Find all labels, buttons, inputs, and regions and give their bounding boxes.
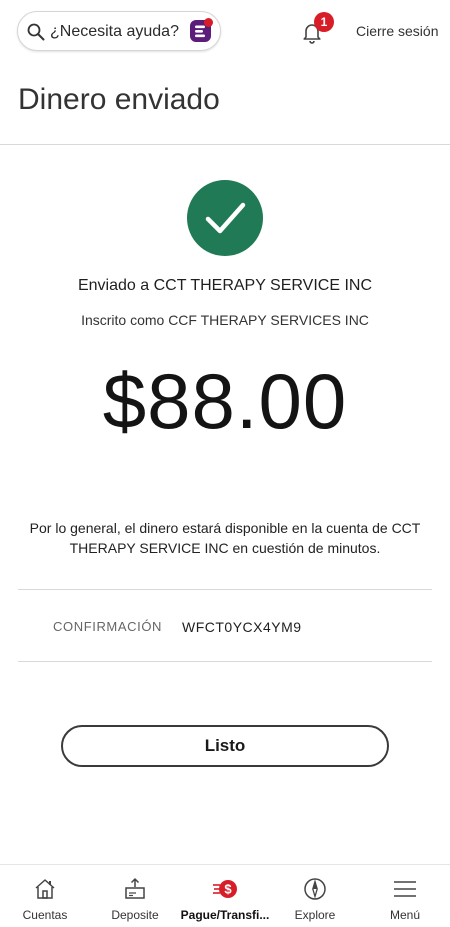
nav-label-menu: Menú [389,908,421,922]
nav-label-accounts: Cuentas [22,908,68,922]
virtual-assistant-icon[interactable] [187,17,215,45]
hamburger-menu-icon [394,881,416,897]
pay-transfer-icon: $ [213,880,237,898]
confirmation-number: WFCT0YCX4YM9 [182,619,302,635]
page-title: Dinero enviado [18,83,220,116]
recipient-text: Enviado a CCT THERAPY SERVICE INC [77,277,373,294]
compass-icon [304,878,326,900]
success-checkmark-icon [187,180,263,256]
nav-item-pay-transfer[interactable]: $ Pague/Transfi... [180,865,270,927]
svg-text:$: $ [224,882,232,897]
confirmation-divider-top [18,589,432,590]
search-placeholder: ¿Necesita ayuda? [50,23,179,40]
enrolled-name-text: Inscrito como CCF THERAPY SERVICES INC [81,312,369,328]
bottom-nav: Cuentas Deposite $ Pague/Transfi... Expl… [0,864,450,927]
nav-label-explore: Explore [294,908,336,922]
logout-link[interactable]: Cierre sesión [356,23,438,39]
search-icon [27,23,45,41]
nav-item-accounts[interactable]: Cuentas [0,865,90,927]
confirmation-label: CONFIRMACIÓN [53,619,163,634]
deposit-icon [125,878,145,899]
nav-item-explore[interactable]: Explore [270,865,360,927]
nav-item-deposit[interactable]: Deposite [90,865,180,927]
nav-item-menu[interactable]: Menú [360,865,450,927]
confirmation-divider-bottom [18,661,432,662]
top-bar: ¿Necesita ayuda? 1 Cierre sesión [0,0,450,62]
header-divider [0,144,450,145]
nav-label-pay-transfer: Pague/Transfi... [180,908,270,922]
house-icon [35,879,55,899]
done-button[interactable]: Listo [61,725,389,767]
availability-notice: Por lo general, el dinero estará disponi… [29,520,421,556]
help-search-input[interactable]: ¿Necesita ayuda? [17,11,221,51]
amount-text: $88.00 [102,357,348,445]
notification-count-badge: 1 [314,12,334,32]
nav-label-deposit: Deposite [111,908,159,922]
